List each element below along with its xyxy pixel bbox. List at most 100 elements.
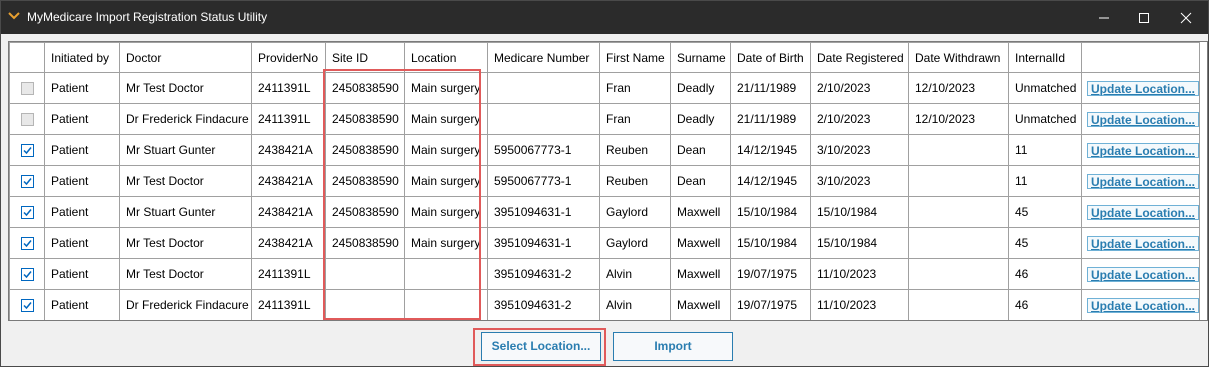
cell-date-of-birth: 15/10/1984	[730, 196, 811, 228]
cell-initiated-by: Patient	[44, 72, 120, 104]
cell-first-name: Gaylord	[599, 196, 671, 228]
column-header-date-registered[interactable]: Date Registered	[810, 42, 909, 73]
update-location-button[interactable]: Update Location...	[1087, 142, 1199, 158]
checkmark-icon	[22, 147, 32, 155]
table-row[interactable]: Patient Mr Test Doctor 2438421A 2450838590 M…	[9, 227, 1201, 259]
action-cell: Update Location...	[1080, 289, 1201, 320]
cell-date-of-birth: 15/10/1984	[730, 227, 811, 259]
column-header-doctor[interactable]: Doctor	[119, 42, 252, 73]
update-location-button[interactable]: Update Location...	[1087, 173, 1199, 189]
cell-date-registered: 11/10/2023	[810, 258, 909, 290]
cell-doctor: Mr Test Doctor	[119, 72, 252, 104]
close-button[interactable]	[1163, 1, 1209, 34]
row-checkbox[interactable]	[20, 299, 34, 313]
cell-site-id	[325, 258, 405, 290]
select-cell	[9, 258, 45, 290]
column-header-action[interactable]	[1080, 42, 1201, 73]
cell-internal-id: 45	[1008, 196, 1082, 228]
cell-site-id: 2450838590	[325, 165, 405, 197]
cell-location: Main surgery	[404, 103, 488, 135]
cell-site-id: 2450838590	[325, 103, 405, 135]
cell-site-id: 2450838590	[325, 227, 405, 259]
column-header-first-name[interactable]: First Name	[599, 42, 671, 73]
cell-internal-id: 11	[1008, 134, 1082, 166]
row-checkbox[interactable]	[20, 268, 34, 282]
cell-site-id: 2450838590	[325, 72, 405, 104]
cell-date-withdrawn	[908, 196, 1009, 228]
select-location-button[interactable]: Select Location...	[481, 332, 601, 361]
select-cell	[9, 103, 45, 135]
column-header-date-of-birth[interactable]: Date of Birth	[730, 42, 811, 73]
registration-grid[interactable]: Initiated by Doctor ProviderNo Site ID Locat…	[8, 41, 1208, 321]
row-checkbox[interactable]	[20, 113, 34, 127]
row-checkbox[interactable]	[20, 206, 34, 220]
column-header-internal-id[interactable]: InternalId	[1008, 42, 1082, 73]
cell-internal-id: Unmatched	[1008, 103, 1082, 135]
cell-date-registered: 3/10/2023	[810, 165, 909, 197]
row-checkbox[interactable]	[20, 82, 34, 96]
table-row[interactable]: Patient Mr Test Doctor 2438421A 2450838590 M…	[9, 165, 1201, 197]
cell-date-withdrawn: 12/10/2023	[908, 72, 1009, 104]
column-header-select[interactable]	[9, 42, 45, 73]
cell-date-registered: 15/10/1984	[810, 227, 909, 259]
cell-first-name: Gaylord	[599, 227, 671, 259]
cell-initiated-by: Patient	[44, 134, 120, 166]
update-location-button[interactable]: Update Location...	[1087, 266, 1199, 282]
checkmark-icon	[22, 178, 32, 186]
checkmark-icon	[22, 209, 32, 217]
cell-location: Main surgery	[404, 165, 488, 197]
row-checkbox[interactable]	[20, 175, 34, 189]
cell-initiated-by: Patient	[44, 196, 120, 228]
row-checkbox[interactable]	[20, 144, 34, 158]
cell-first-name: Reuben	[599, 165, 671, 197]
cell-surname: Dean	[670, 165, 731, 197]
table-row[interactable]: Patient Dr Frederick Findacure 2411391L 245…	[9, 103, 1201, 135]
table-row[interactable]: Patient Mr Test Doctor 2411391L 2450838590 M…	[9, 72, 1201, 104]
minimize-icon	[1099, 17, 1109, 19]
cell-internal-id: 46	[1008, 258, 1082, 290]
column-header-site-id[interactable]: Site ID	[325, 42, 405, 73]
cell-initiated-by: Patient	[44, 165, 120, 197]
table-row[interactable]: Patient Dr Frederick Findacure 2411391L 395…	[9, 289, 1201, 320]
update-location-button[interactable]: Update Location...	[1087, 204, 1199, 220]
import-button[interactable]: Import	[613, 332, 733, 361]
action-cell: Update Location...	[1080, 227, 1201, 259]
cell-medicare-number	[487, 103, 600, 135]
update-location-button[interactable]: Update Location...	[1087, 111, 1199, 127]
cell-medicare-number	[487, 72, 600, 104]
column-header-surname[interactable]: Surname	[670, 42, 731, 73]
table-row[interactable]: Patient Mr Test Doctor 2411391L 3951094631-…	[9, 258, 1201, 290]
cell-location: Main surgery	[404, 72, 488, 104]
update-location-button[interactable]: Update Location...	[1087, 297, 1199, 313]
cell-provider-no: 2438421A	[251, 227, 326, 259]
cell-first-name: Alvin	[599, 258, 671, 290]
cell-medicare-number: 5950067773-1	[487, 134, 600, 166]
maximize-button[interactable]	[1121, 1, 1167, 34]
table-row[interactable]: Patient Mr Stuart Gunter 2438421A 245083859…	[9, 134, 1201, 166]
cell-initiated-by: Patient	[44, 103, 120, 135]
cell-initiated-by: Patient	[44, 258, 120, 290]
column-header-location[interactable]: Location	[404, 42, 488, 73]
cell-site-id: 2450838590	[325, 134, 405, 166]
cell-site-id: 2450838590	[325, 196, 405, 228]
table-row[interactable]: Patient Mr Stuart Gunter 2438421A 245083859…	[9, 196, 1201, 228]
cell-date-of-birth: 19/07/1975	[730, 258, 811, 290]
column-header-provider-no[interactable]: ProviderNo	[251, 42, 326, 73]
cell-date-of-birth: 14/12/1945	[730, 134, 811, 166]
cell-location: Main surgery	[404, 134, 488, 166]
update-location-button[interactable]: Update Location...	[1087, 80, 1199, 96]
cell-date-registered: 15/10/1984	[810, 196, 909, 228]
column-header-date-withdrawn[interactable]: Date Withdrawn	[908, 42, 1009, 73]
column-header-medicare-number[interactable]: Medicare Number	[487, 42, 600, 73]
column-header-initiated-by[interactable]: Initiated by	[44, 42, 120, 73]
cell-internal-id: Unmatched	[1008, 72, 1082, 104]
cell-doctor: Dr Frederick Findacure	[119, 289, 252, 320]
cell-initiated-by: Patient	[44, 289, 120, 320]
cell-medicare-number: 5950067773-1	[487, 165, 600, 197]
update-location-button[interactable]: Update Location...	[1087, 235, 1199, 251]
row-checkbox[interactable]	[20, 237, 34, 251]
checkmark-icon	[22, 240, 32, 248]
cell-provider-no: 2411391L	[251, 258, 326, 290]
cell-doctor: Dr Frederick Findacure	[119, 103, 252, 135]
title-bar[interactable]: MyMedicare Import Registration Status Ut…	[1, 1, 1208, 34]
